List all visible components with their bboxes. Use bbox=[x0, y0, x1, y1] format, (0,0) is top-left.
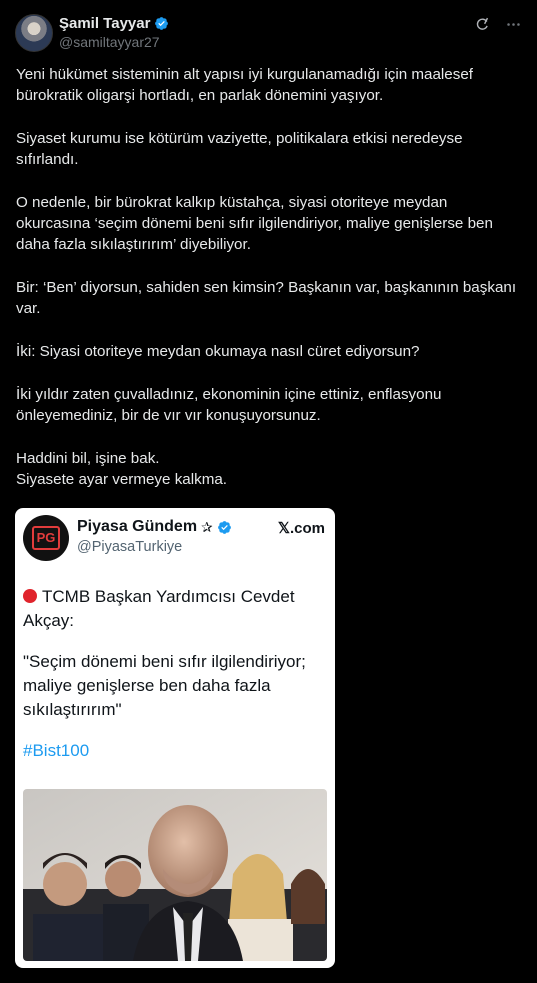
verified-badge-icon bbox=[217, 520, 231, 534]
author-avatar[interactable] bbox=[15, 14, 53, 52]
x-com-label: 𝕏.com bbox=[277, 520, 325, 537]
card-name-row: Piyasa Gündem ✰ bbox=[77, 518, 232, 536]
tweet-text: Yeni hükümet sisteminin alt yapısı iyi k… bbox=[16, 64, 521, 512]
tweet-paragraph: Haddini bil, işine bak. Siyasete ayar ve… bbox=[16, 450, 228, 488]
author-handle[interactable]: @samiltayyar27 bbox=[59, 34, 160, 50]
star-icon: ✰ bbox=[201, 518, 213, 535]
header-actions bbox=[474, 16, 522, 33]
grok-icon[interactable] bbox=[474, 16, 491, 33]
card-text: TCMB Başkan Yardımcısı Cevdet Akçay: "Se… bbox=[23, 585, 323, 780]
tweet-paragraph: Yeni hükümet sisteminin alt yapısı iyi k… bbox=[16, 66, 473, 104]
tweet-paragraph: O nedenle, bir bürokrat kalkıp küstahça,… bbox=[16, 194, 493, 253]
card-author-name: Piyasa Gündem bbox=[77, 518, 198, 535]
logo-text: PG bbox=[32, 526, 60, 550]
card-quote: "Seçim dönemi beni sıfır ilgilendiriyor;… bbox=[23, 652, 306, 719]
embedded-image-card[interactable]: PG Piyasa Gündem ✰ @PiyasaTurkiye 𝕏.com … bbox=[15, 508, 335, 968]
card-author-handle: @PiyasaTurkiye bbox=[77, 539, 183, 555]
news-photo bbox=[23, 789, 327, 961]
verified-badge-icon bbox=[155, 17, 169, 30]
tweet-paragraph: Bir: ‘Ben’ diyorsun, sahiden sen kimsin?… bbox=[16, 279, 517, 317]
author-name-row: Şamil Tayyar bbox=[59, 15, 169, 32]
tweet-header: Şamil Tayyar @samiltayyar27 bbox=[15, 14, 522, 54]
card-headline-text: TCMB Başkan Yardımcısı Cevdet Akçay: bbox=[23, 587, 295, 630]
card-hashtag: #Bist100 bbox=[23, 741, 90, 760]
news-photo-illustration bbox=[23, 789, 327, 961]
author-name[interactable]: Şamil Tayyar bbox=[59, 15, 150, 32]
more-options-icon[interactable] bbox=[505, 16, 522, 33]
red-circle-icon bbox=[23, 589, 37, 603]
piyasa-gundem-logo: PG bbox=[23, 515, 69, 561]
tweet-paragraph: İki: Siyasi otoriteye meydan okumaya nas… bbox=[16, 343, 420, 360]
tweet-paragraph: Siyaset kurumu ise kötürüm vaziyette, po… bbox=[16, 130, 463, 168]
card-headline: TCMB Başkan Yardımcısı Cevdet Akçay: bbox=[23, 585, 323, 633]
tweet-paragraph: İki yıldır zaten çuvalladınız, ekonomini… bbox=[16, 386, 442, 424]
